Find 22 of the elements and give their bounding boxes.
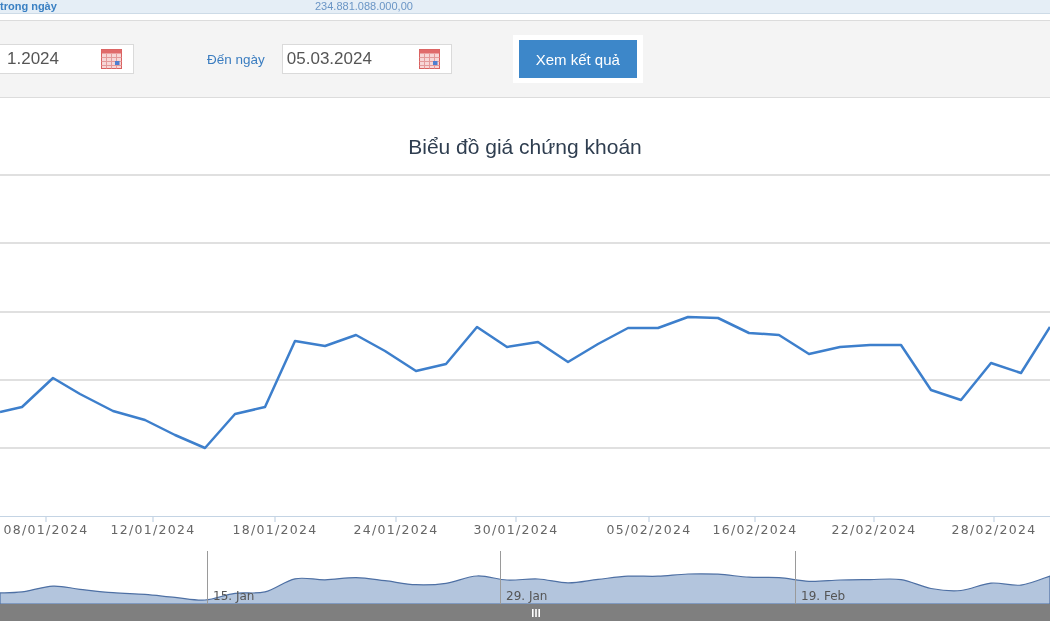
axis-label: 18/01/2024 <box>232 522 318 537</box>
navigator-label: 29. Jan <box>506 589 548 603</box>
axis-label: 12/01/2024 <box>110 522 196 537</box>
date-input[interactable]: 05.03.2024 <box>281 44 452 74</box>
grip-icon[interactable] <box>532 608 540 617</box>
axis-label: 22/02/2024 <box>831 522 917 537</box>
calendar-icon[interactable] <box>101 49 122 69</box>
submit-button[interactable]: Xem kết quả <box>518 40 637 78</box>
axis-label: 30/01/2024 <box>473 522 559 537</box>
axis-label: 28/02/2024 <box>951 522 1037 537</box>
axis-label: 08/01/2024 <box>3 522 89 537</box>
summary-value: 234.881.088.000,00 <box>315 0 413 13</box>
chart-title: Biểu đồ giá chứng khoán <box>408 135 642 159</box>
summary-label: trong ngày <box>0 0 57 13</box>
date-input[interactable]: 1.2024 <box>0 44 134 74</box>
scrollbar[interactable] <box>0 604 1050 621</box>
axis-label: 24/01/2024 <box>353 522 439 537</box>
axis-label: 16/02/2024 <box>712 522 798 537</box>
axis-label: 05/02/2024 <box>606 522 692 537</box>
field-label: Đến ngày <box>207 51 265 67</box>
calendar-icon[interactable] <box>418 49 440 69</box>
navigator-label: 19. Feb <box>801 589 846 603</box>
